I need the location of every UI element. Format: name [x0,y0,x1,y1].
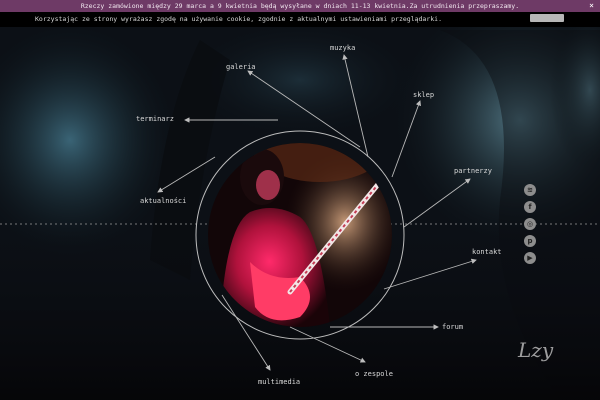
nav-kontakt[interactable]: kontakt [472,248,502,256]
spotify-icon[interactable]: ≋ [524,184,536,196]
scene-graphics [0,54,600,371]
nav-galeria[interactable]: galeria [226,63,256,71]
nav-terminarz[interactable]: terminarz [136,115,174,123]
pinterest-icon[interactable]: p [524,235,536,247]
nav-muzyka[interactable]: muzyka [330,44,355,52]
nav-aktualnosci[interactable]: aktualności [140,197,186,205]
nav-o-zespole[interactable]: o zespole [355,370,393,378]
cookie-text: Korzystając ze strony wyrażasz zgodę na … [35,15,442,23]
instagram-icon[interactable]: ◎ [524,218,536,230]
facebook-icon[interactable]: f [524,201,536,213]
nav-multimedia[interactable]: multimedia [258,378,300,386]
band-signature-logo: Lzy [518,338,554,362]
close-icon[interactable]: × [589,1,594,11]
shipping-notice-text: Rzeczy zamówione między 29 marca a 9 kwi… [80,2,520,10]
cookie-accept-button[interactable] [530,14,564,22]
main-stage: muzyka galeria sklep terminarz partnerzy… [0,27,600,400]
nav-sklep[interactable]: sklep [413,91,434,99]
nav-partnerzy[interactable]: partnerzy [454,167,492,175]
nav-forum[interactable]: forum [442,323,463,331]
cookie-bar: Korzystając ze strony wyrażasz zgodę na … [0,12,600,27]
guitarist-photo [208,143,392,327]
youtube-icon[interactable]: ▶ [524,252,536,264]
